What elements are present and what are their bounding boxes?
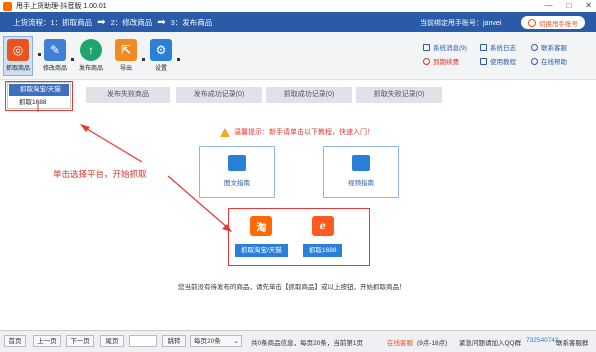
tip-text: 温馨提示：新手请单击以下教程，快速入门！	[234, 129, 374, 136]
page-size-value: 每页20条	[194, 338, 221, 345]
service-hours: (9点-18点)	[417, 340, 448, 347]
page-summary: 共0条商品信息，每页20条，当前第1页	[251, 340, 363, 347]
empty-state-text: 您当前没有待发布的商品，请先单击【抓取商品】或以上按钮，开始抓取商品！	[178, 284, 406, 291]
video-guide-label: 视频指南	[348, 180, 374, 187]
book-icon	[228, 155, 246, 171]
tip-banner: 温馨提示：新手请单击以下教程，快速入门！	[220, 127, 374, 137]
alibaba-logo-icon: ℯ	[311, 216, 334, 236]
page-number-input[interactable]	[129, 335, 157, 347]
alibaba-platform: ℯ 抓取1688	[303, 216, 343, 257]
jump-button[interactable]: 跳转	[162, 335, 186, 347]
prev-page-button[interactable]: 上一页	[33, 335, 61, 347]
taobao-platform: 淘 抓取淘宝/天猫	[235, 216, 288, 257]
grab-taobao-button[interactable]: 抓取淘宝/天猫	[235, 244, 288, 257]
annotation-text: 单击选择平台，开始抓取	[53, 169, 147, 179]
first-page-button[interactable]: 首页	[4, 335, 26, 347]
online-service-link[interactable]: 在线客服	[387, 337, 413, 347]
next-page-button[interactable]: 下一页	[66, 335, 94, 347]
chevron-down-icon: ⌄	[233, 338, 239, 345]
taobao-logo-icon: 淘	[250, 216, 273, 236]
service-label: 在线客服	[387, 340, 413, 347]
last-page-button[interactable]: 尾页	[100, 335, 124, 347]
video-guide-card[interactable]: 视频指南	[323, 146, 399, 198]
grab-1688-button[interactable]: 抓取1688	[303, 244, 343, 257]
warning-icon	[220, 127, 230, 137]
qq-group-label: 紧急问题请加入QQ群	[459, 340, 522, 347]
contact-group-link[interactable]: 联系客服群	[556, 337, 589, 347]
doc-guide-label: 图文指南	[224, 180, 250, 187]
doc-guide-card[interactable]: 图文指南	[199, 146, 275, 198]
page-size-select[interactable]: 每页20条 ⌄	[190, 335, 242, 347]
video-camera-icon	[352, 155, 370, 171]
qq-number[interactable]: 732540742	[526, 337, 559, 344]
pagination-bar: 首页 上一页 下一页 尾页 跳转 每页20条 ⌄ 共0条商品信息，每页20条，当…	[0, 330, 596, 352]
